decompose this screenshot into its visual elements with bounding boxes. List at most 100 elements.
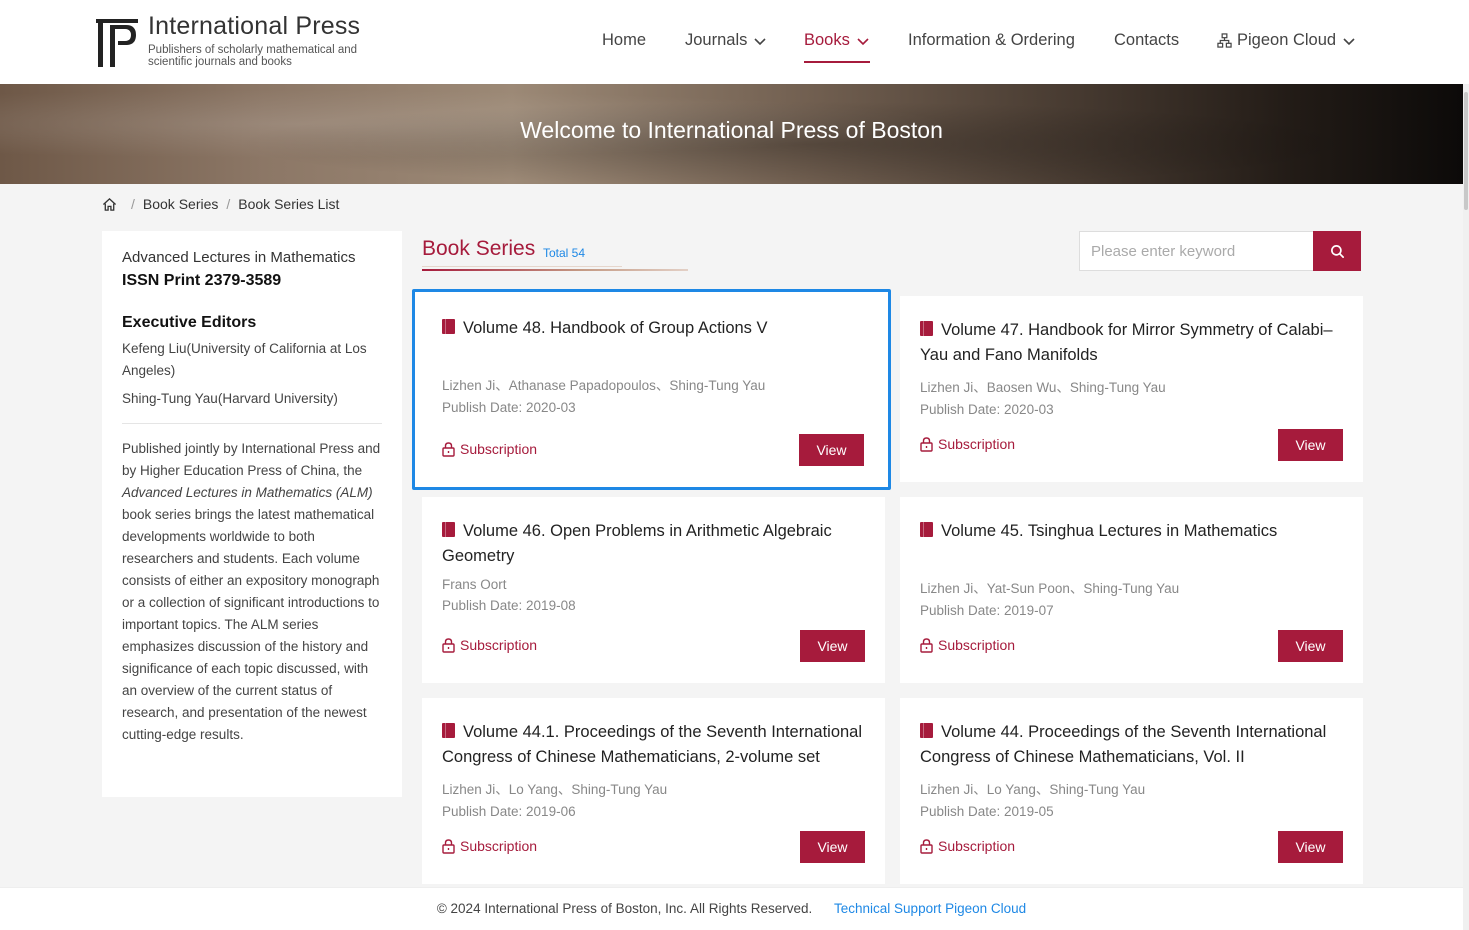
book-publish-date: Publish Date: 2019-05 xyxy=(920,804,1054,819)
nav-books[interactable]: Books xyxy=(804,31,870,63)
book-title[interactable]: Volume 45. Tsinghua Lectures in Mathemat… xyxy=(920,519,1343,569)
editor-item: Shing-Tung Yau(Harvard University) xyxy=(122,391,338,406)
section-title: Book Series xyxy=(422,237,536,260)
chevron-down-icon xyxy=(1343,37,1355,45)
nav-information-label: Information & Ordering xyxy=(908,31,1075,49)
book-title-text: Volume 48. Handbook of Group Actions V xyxy=(463,319,768,337)
view-button[interactable]: View xyxy=(800,831,865,863)
book-icon xyxy=(920,321,933,336)
book-title-text: Volume 44.1. Proceedings of the Seventh … xyxy=(442,723,863,766)
subscription-label: Subscription xyxy=(460,441,538,457)
description-text: Published jointly by International Press… xyxy=(122,441,381,478)
book-authors: Lizhen Ji、Lo Yang、Shing-Tung Yau xyxy=(442,782,668,797)
subscription-link[interactable]: Subscription xyxy=(442,838,537,854)
section-underline xyxy=(422,269,688,271)
subscription-link[interactable]: Subscription xyxy=(442,637,537,653)
sitemap-icon xyxy=(1217,33,1232,48)
book-authors: Lizhen Ji、Athanase Papadopoulos、Shing-Tu… xyxy=(442,378,766,393)
subscription-label: Subscription xyxy=(938,637,1016,653)
subscription-link[interactable]: Subscription xyxy=(920,637,1015,653)
lock-icon xyxy=(920,838,933,854)
book-icon xyxy=(920,522,933,537)
nav-pigeon-cloud-label: Pigeon Cloud xyxy=(1237,31,1337,49)
book-authors: Lizhen Ji、Baosen Wu、Shing-Tung Yau xyxy=(920,380,1166,395)
book-title[interactable]: Volume 44. Proceedings of the Seventh In… xyxy=(920,720,1343,770)
view-button[interactable]: View xyxy=(1278,831,1343,863)
chevron-down-icon xyxy=(857,37,869,45)
view-button[interactable]: View xyxy=(1278,630,1343,662)
nav-journals[interactable]: Journals xyxy=(685,31,767,50)
view-button[interactable]: View xyxy=(800,630,865,662)
book-icon xyxy=(920,723,933,738)
editor-item: Kefeng Liu(University of California at L… xyxy=(122,341,367,378)
section-underline xyxy=(422,266,622,267)
total-count: Total 54 xyxy=(543,246,586,260)
series-info-sidebar: Advanced Lectures in Mathematics ISSN Pr… xyxy=(102,231,402,797)
nav-journals-label: Journals xyxy=(685,31,748,49)
page-scrollbar[interactable] xyxy=(1463,84,1469,930)
subscription-link[interactable]: Subscription xyxy=(920,436,1015,452)
lock-icon xyxy=(920,637,933,653)
nav-information-ordering[interactable]: Information & Ordering xyxy=(908,31,1075,50)
book-title-text: Volume 44. Proceedings of the Seventh In… xyxy=(920,723,1327,766)
brand-title[interactable]: International Press xyxy=(148,12,360,41)
search-input[interactable] xyxy=(1079,231,1314,271)
book-title[interactable]: Volume 44.1. Proceedings of the Seventh … xyxy=(442,720,865,770)
lock-icon xyxy=(920,436,933,452)
view-button[interactable]: View xyxy=(799,434,864,466)
book-publish-date: Publish Date: 2020-03 xyxy=(920,402,1054,417)
series-description: Published jointly by International Press… xyxy=(122,438,382,746)
search-button[interactable] xyxy=(1313,231,1361,271)
book-authors: Frans Oort xyxy=(442,577,507,592)
page-footer: © 2024 International Press of Boston, In… xyxy=(0,887,1463,930)
subscription-link[interactable]: Subscription xyxy=(442,441,537,457)
view-button[interactable]: View xyxy=(1278,429,1343,461)
book-publish-date: Publish Date: 2019-08 xyxy=(442,598,576,613)
home-icon[interactable] xyxy=(102,197,117,212)
hero-banner: Welcome to International Press of Boston xyxy=(0,84,1463,184)
book-card[interactable]: Volume 48. Handbook of Group Actions V L… xyxy=(412,289,891,490)
book-card[interactable]: Volume 47. Handbook for Mirror Symmetry … xyxy=(900,296,1363,482)
subscription-label: Subscription xyxy=(938,436,1016,452)
book-title-text: Volume 45. Tsinghua Lectures in Mathemat… xyxy=(941,522,1278,540)
nav-contacts-label: Contacts xyxy=(1114,31,1180,49)
book-publish-date: Publish Date: 2019-06 xyxy=(442,804,576,819)
series-issn: ISSN Print 2379-3589 xyxy=(122,272,282,289)
book-title-text: Volume 46. Open Problems in Arithmetic A… xyxy=(442,522,832,565)
footer-copyright: © 2024 International Press of Boston, In… xyxy=(436,901,813,916)
international-press-logo[interactable] xyxy=(94,17,140,69)
book-card[interactable]: Volume 44.1. Proceedings of the Seventh … xyxy=(422,698,885,884)
book-card[interactable]: Volume 46. Open Problems in Arithmetic A… xyxy=(422,497,885,683)
breadcrumb: / Book Series / Book Series List xyxy=(102,196,339,212)
subscription-label: Subscription xyxy=(460,637,538,653)
book-title[interactable]: Volume 47. Handbook for Mirror Symmetry … xyxy=(920,318,1343,368)
top-header: International Press Publishers of schola… xyxy=(0,0,1469,84)
book-title-text: Volume 47. Handbook for Mirror Symmetry … xyxy=(920,321,1333,364)
footer-tech-support-link[interactable]: Technical Support Pigeon Cloud xyxy=(834,901,1026,916)
subscription-link[interactable]: Subscription xyxy=(920,838,1015,854)
nav-contacts[interactable]: Contacts xyxy=(1114,31,1179,50)
nav-home[interactable]: Home xyxy=(602,31,646,50)
divider xyxy=(122,423,382,424)
nav-pigeon-cloud[interactable]: Pigeon Cloud xyxy=(1217,31,1356,50)
book-icon xyxy=(442,319,455,334)
book-authors: Lizhen Ji、Lo Yang、Shing-Tung Yau xyxy=(920,782,1146,797)
book-authors: Lizhen Ji、Yat-Sun Poon、Shing-Tung Yau xyxy=(920,581,1180,596)
book-icon xyxy=(442,522,455,537)
chevron-down-icon xyxy=(754,37,766,45)
book-publish-date: Publish Date: 2019-07 xyxy=(920,603,1054,618)
breadcrumb-separator: / xyxy=(131,196,135,212)
book-card[interactable]: Volume 45. Tsinghua Lectures in Mathemat… xyxy=(900,497,1363,683)
scrollbar-thumb[interactable] xyxy=(1464,92,1468,210)
book-title[interactable]: Volume 48. Handbook of Group Actions V xyxy=(442,316,861,366)
book-publish-date: Publish Date: 2020-03 xyxy=(442,400,576,415)
breadcrumb-separator: / xyxy=(226,196,231,212)
book-icon xyxy=(442,723,455,738)
book-title[interactable]: Volume 46. Open Problems in Arithmetic A… xyxy=(442,519,865,569)
banner-title: Welcome to International Press of Boston xyxy=(520,117,943,143)
breadcrumb-book-series[interactable]: Book Series xyxy=(143,196,218,212)
editors-heading: Executive Editors xyxy=(122,314,257,331)
description-series-name: Advanced Lectures in Mathematics (ALM) xyxy=(122,485,373,500)
brand-subtitle: Publishers of scholarly mathematical and… xyxy=(148,44,358,68)
book-card[interactable]: Volume 44. Proceedings of the Seventh In… xyxy=(900,698,1363,884)
